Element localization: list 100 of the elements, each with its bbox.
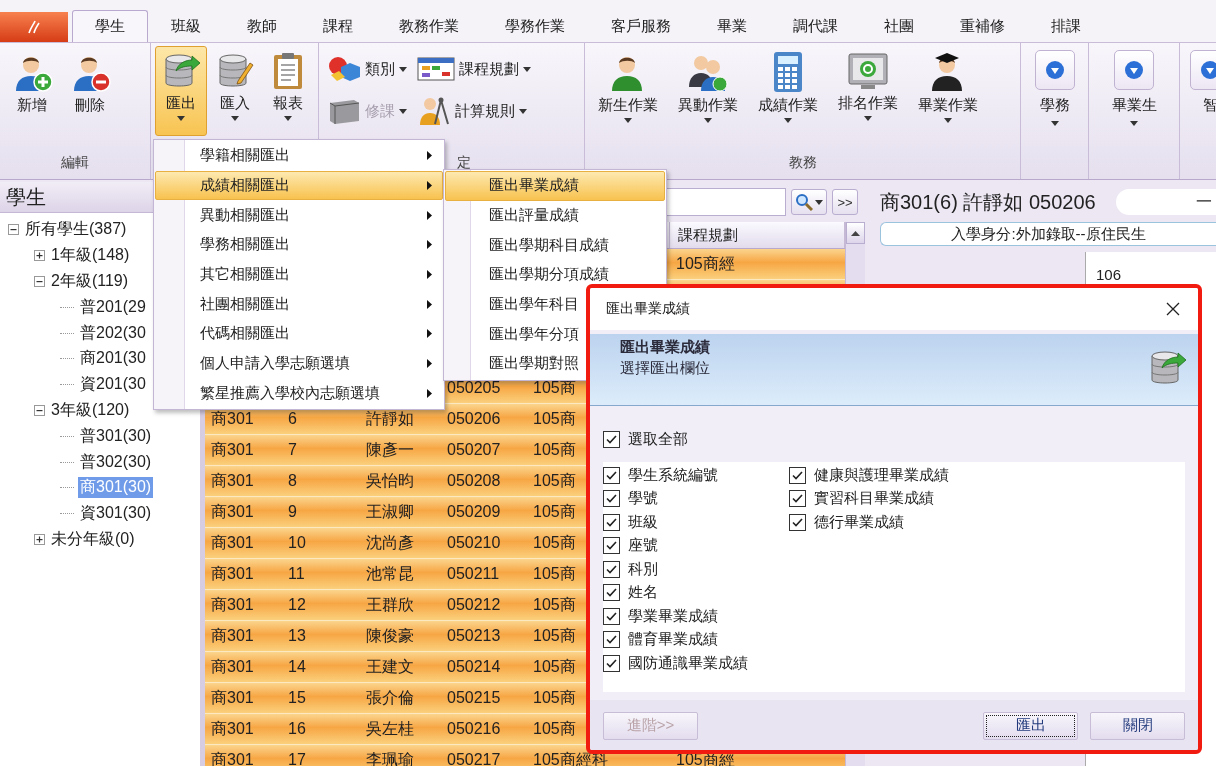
ribbon-tab[interactable]: 畢業 [694,10,770,42]
ribbon-button[interactable]: 報表 [262,46,314,136]
checkbox[interactable] [603,431,620,449]
menu-item[interactable]: 成績相關匯出 [155,170,443,201]
tree-item[interactable]: 資201(30 [78,374,148,396]
ribbon-group-button[interactable]: 學務 [1025,46,1084,155]
check-icon [606,658,617,668]
checkbox[interactable] [603,631,620,649]
ribbon-button[interactable]: 刪除 [62,46,118,136]
table-cell: 050216 [447,720,501,738]
export-button[interactable]: 匯出 [983,711,1078,740]
tree-item[interactable]: 普302(30) [78,451,154,473]
table-cell-text: 王群欣 [366,594,414,615]
ribbon-tab[interactable]: 教師 [224,10,300,42]
checkbox[interactable] [789,466,806,484]
identity-bar: 入學身分:外加錄取--原住民生 [880,222,1216,246]
grid-chart-icon [417,55,455,83]
checkbox[interactable] [603,607,620,625]
menu-item[interactable]: 學務相關匯出 [155,230,443,260]
tree-item[interactable]: 所有學生(387) [23,219,129,241]
ribbon-button[interactable]: 新增 [4,46,60,136]
tree-item[interactable]: 普202(30 [78,322,148,344]
table-cell: 050206 [447,410,501,428]
check-icon [792,517,803,527]
menu-item[interactable]: 繁星推薦入學校內志願選填 [155,378,443,409]
ribbon-tab[interactable]: 教務作業 [376,10,482,42]
checkbox[interactable] [603,654,620,672]
collapse-icon[interactable] [8,224,19,236]
checkbox[interactable] [603,513,620,531]
caret-icon [1130,121,1138,126]
scroll-up-button[interactable] [846,222,865,244]
ribbon-button[interactable]: 類別 [323,52,411,86]
ribbon-group-button[interactable]: 智 [1184,46,1216,155]
table-cell: 14 [288,658,306,676]
ribbon-tab[interactable]: 重補修 [937,10,1028,42]
search-button[interactable] [791,189,827,215]
tree-item[interactable]: 2年級(119) [49,271,131,292]
checkbox[interactable] [789,513,806,531]
tree-item[interactable]: 1年級(148) [49,245,132,267]
ribbon-tab[interactable]: 客戶服務 [588,10,694,42]
menu-item[interactable]: 代碼相關匯出 [155,319,443,349]
menu-item[interactable]: 匯出學期科目成績 [445,230,665,261]
tree-item[interactable]: 商201(30 [78,348,148,370]
tree-item[interactable]: 3年級(120) [49,399,132,421]
checkbox[interactable] [603,537,620,555]
ribbon-button[interactable]: 成績作業 [749,46,827,136]
table-cell: 050211 [447,565,500,583]
group-label: 教務 [788,155,817,169]
menu-item[interactable]: 個人申請入學志願選填 [155,348,443,379]
tree-item[interactable]: 普201(29 [78,296,148,318]
table-cell: 050212 [447,596,501,614]
ribbon-group-button[interactable]: 畢業生 [1093,46,1175,155]
checkbox[interactable] [603,490,620,508]
table-cell-text: 105商 [533,687,576,708]
ribbon-button[interactable]: 異動作業 [669,46,747,136]
collapse-icon[interactable] [34,404,45,416]
person-compass-icon [417,96,451,126]
column-header[interactable]: 課程規劃 [678,225,738,245]
header-title: 匯出畢業成績 [620,338,710,357]
expand-icon[interactable] [34,250,45,262]
checkbox[interactable] [603,560,620,578]
table-cell: 10 [288,534,306,552]
menu-item[interactable]: 匯出學期分項成績 [445,260,665,290]
table-cell-text: 105商 [533,439,576,460]
menu-item[interactable]: 學籍相關匯出 [155,141,443,171]
ribbon-tab[interactable]: 學務作業 [482,10,588,42]
book-icon [327,97,361,125]
ribbon-button[interactable]: 新生作業 [589,46,667,136]
ribbon-tab[interactable]: 調代課 [770,10,861,42]
more-button[interactable]: >> [832,189,858,215]
ribbon-button[interactable]: 匯入 [208,46,261,136]
ribbon-button[interactable]: 排名作業 [829,46,907,136]
ribbon-tab[interactable]: 學生 [72,10,148,42]
table-cell: 050213 [447,627,501,645]
table-cell-text: 王建文 [366,656,414,677]
ribbon-tab[interactable]: 班級 [148,10,224,42]
arrow-icon [427,240,432,250]
ribbon-tab[interactable]: 課程 [300,10,376,42]
ribbon-tab[interactable]: 社團 [861,10,937,42]
tree-item[interactable]: 未分年級(0) [49,528,137,550]
menu-item[interactable]: 社團相關匯出 [155,289,443,320]
ribbon-button[interactable]: 課程規劃 [413,52,535,86]
arrow-icon [427,270,432,280]
ribbon-button[interactable]: 匯出 [155,46,207,136]
menu-item[interactable]: 匯出畢業成績 [445,171,665,201]
menu-item[interactable]: 其它相關匯出 [155,259,443,290]
ribbon-tab[interactable]: 排課 [1028,10,1104,42]
check-icon [792,494,803,504]
tree-item[interactable]: 普301(30) [78,425,154,447]
menu-item[interactable]: 匯出評量成績 [445,200,665,231]
ribbon-button[interactable]: 畢業作業 [909,46,987,136]
checkbox[interactable] [603,584,620,602]
checkbox[interactable] [603,466,620,484]
collapse-icon[interactable] [34,276,45,287]
close-dialog-button[interactable]: 關閉 [1090,711,1185,740]
expand-icon[interactable] [34,533,45,545]
ribbon-button[interactable]: 計算規則 [413,94,535,128]
shapes-icon [327,55,361,83]
checkbox[interactable] [789,490,806,508]
tree-item[interactable]: 資301(30) [78,503,154,525]
